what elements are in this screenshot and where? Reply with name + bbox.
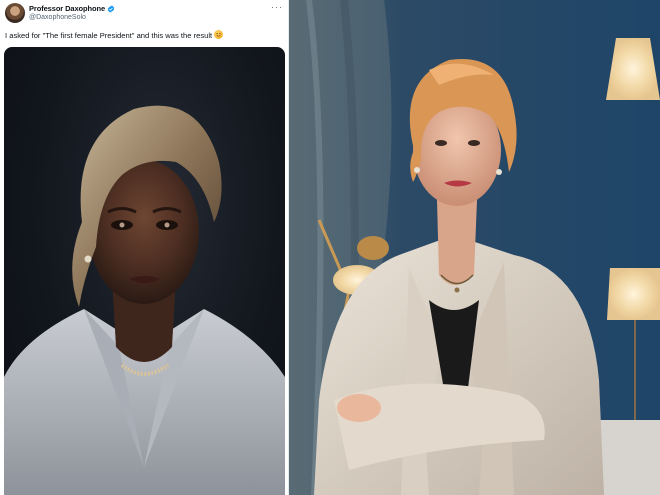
more-horizontal-icon[interactable]: ···: [271, 3, 283, 12]
name-row: Professor Daxophone: [29, 4, 115, 13]
avatar[interactable]: [5, 3, 25, 23]
slightly-smiling-face-icon: [214, 30, 224, 39]
handle[interactable]: @DaxophoneSolo: [29, 14, 86, 21]
display-name[interactable]: Professor Daxophone: [29, 4, 105, 13]
tweet-media-image[interactable]: [4, 47, 285, 495]
photo-portrait-illustration: [289, 0, 660, 495]
tweet-text: I asked for "The first female President"…: [5, 30, 285, 41]
tweet-header: Professor Daxophone @DaxophoneSolo ···: [5, 3, 285, 25]
tweet-card: Professor Daxophone @DaxophoneSolo ··· I…: [0, 0, 289, 495]
photo-image[interactable]: [289, 0, 660, 495]
verified-badge-icon: [107, 4, 115, 13]
ai-portrait-illustration: [4, 105, 285, 495]
tweet-text-body: I asked for "The first female President"…: [5, 31, 213, 40]
